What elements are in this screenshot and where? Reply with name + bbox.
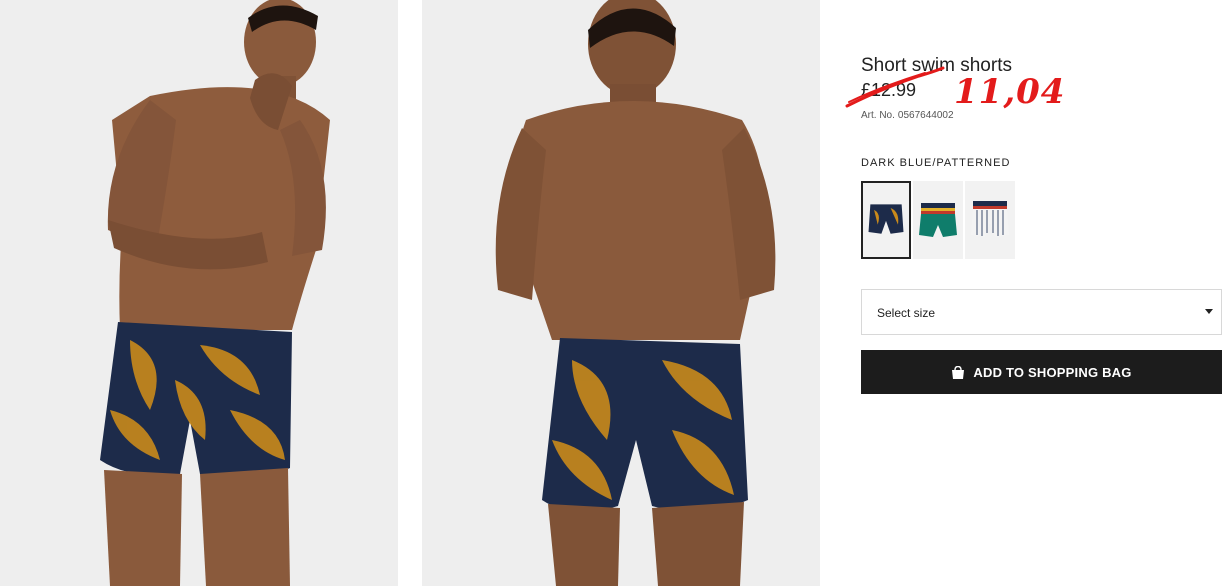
new-price-annotation: 11,04	[954, 72, 1066, 112]
shorts-thumbnail-green	[919, 203, 957, 237]
swatch-white-striped[interactable]	[965, 181, 1015, 259]
add-to-bag-button[interactable]: ADD TO SHOPPING BAG	[861, 350, 1222, 394]
model-front-illustration	[0, 0, 398, 586]
shorts-thumbnail-dark-blue	[868, 204, 904, 234]
article-number-value: 0567644002	[897, 110, 954, 121]
color-swatches	[861, 181, 1015, 259]
add-to-bag-label: ADD TO SHOPPING BAG	[973, 364, 1132, 380]
model-back-illustration	[422, 0, 820, 586]
size-select-label: Select size	[877, 306, 936, 320]
swatch-dark-blue-patterned[interactable]	[861, 181, 911, 259]
old-price: £12.99	[861, 80, 917, 100]
shopping-bag-icon	[951, 365, 965, 379]
product-image-back[interactable]	[422, 0, 820, 586]
article-number: Art. No. 0567644002	[861, 110, 954, 121]
swatch-green-striped[interactable]	[913, 181, 963, 259]
selected-color-name: DARK BLUE/PATTERNED	[861, 157, 1011, 169]
product-image-front[interactable]	[0, 0, 398, 586]
product-details-panel: Short swim shorts £12.99 11,04 Art. No. 0…	[845, 0, 1222, 586]
size-select[interactable]: Select size	[861, 289, 1222, 335]
shorts-thumbnail-white	[971, 201, 1009, 237]
article-number-label: Art. No.	[861, 110, 895, 121]
chevron-down-icon	[1205, 309, 1213, 314]
